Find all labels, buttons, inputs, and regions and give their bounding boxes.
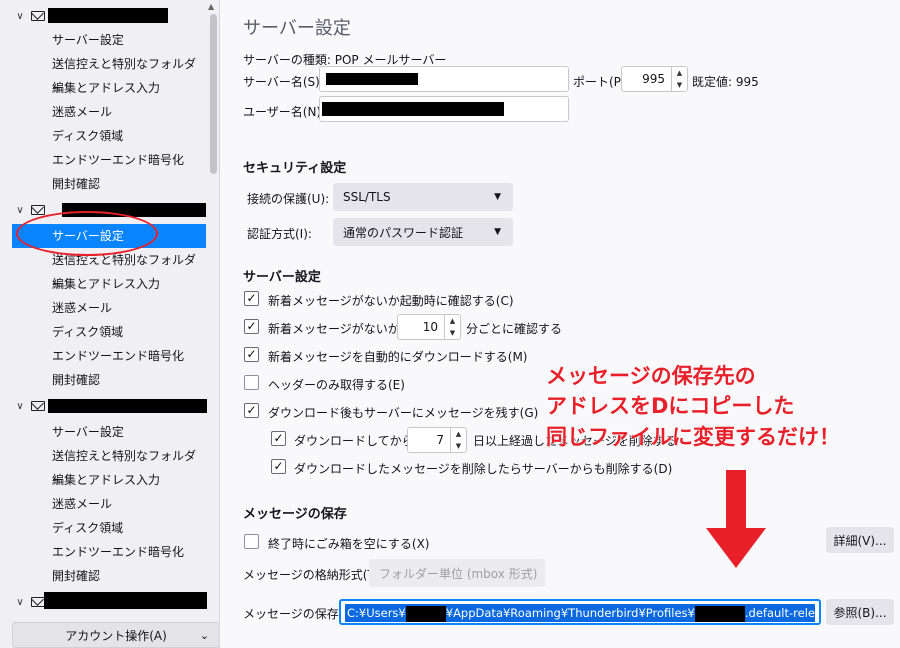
leave-on-server-checkbox[interactable]: ✓ — [244, 403, 259, 418]
spin-arrows-icon[interactable]: ▲ ▼ — [671, 67, 687, 91]
store-type-select[interactable]: フォルダー単位 (mbox 形式) ⌄ — [369, 559, 545, 587]
username-label: ユーザー名(N): — [243, 105, 326, 119]
store-type-value: フォルダー単位 (mbox 形式) — [379, 566, 538, 581]
sidebar-item-e2e[interactable]: エンドツーエンド暗号化 — [12, 540, 206, 564]
store-type-label: メッセージの格納形式(T): — [243, 568, 384, 582]
spin-arrows-icon[interactable]: ▲ ▼ — [450, 428, 466, 452]
username-input[interactable] — [319, 96, 569, 122]
connection-security-label: 接続の保護(U): — [247, 192, 330, 206]
leave-on-server-label: ダウンロード後もサーバーにメッセージを残す(G) — [268, 406, 539, 420]
sidebar-item-server-settings[interactable]: サーバー設定 — [12, 420, 206, 444]
chevron-down-icon: ▼ — [494, 227, 501, 237]
check-at-startup-label: 新着メッセージがないか起動時に確認する(C) — [268, 294, 514, 308]
sidebar-item-composition[interactable]: 編集とアドレス入力 — [12, 468, 206, 492]
redacted-user-folder — [405, 605, 446, 622]
chevron-down-icon[interactable]: ∨ — [14, 205, 26, 216]
auto-download-label: 新着メッセージを自動的にダウンロードする(M) — [268, 350, 528, 364]
settings-pane: サーバー設定 サーバーの種類: POP メールサーバー サーバー名(S): ポー… — [221, 0, 900, 648]
annotation-line-3: 同じファイルに変更するだけ！ — [546, 425, 840, 449]
redacted-account-name — [48, 399, 208, 413]
connection-security-value: SSL/TLS — [343, 190, 391, 204]
sidebar-item-junk[interactable]: 迷惑メール — [12, 492, 206, 516]
red-down-arrow-icon — [706, 470, 766, 568]
security-heading: セキュリティ設定 — [243, 161, 347, 176]
sidebar-item-copies-folders[interactable]: 送信控えと特別なフォルダー — [12, 52, 206, 95]
envelope-icon — [31, 597, 45, 607]
sidebar-item-composition[interactable]: 編集とアドレス入力 — [12, 76, 206, 100]
redacted-account-name — [48, 8, 168, 23]
check-interval-unit: 分ごとに確認する — [466, 322, 563, 336]
red-circle-annotation — [16, 211, 158, 256]
port-value: 995 — [642, 72, 665, 86]
chevron-down-icon: ▼ — [494, 192, 501, 202]
redacted-username — [322, 102, 504, 116]
sidebar-item-disk-space[interactable]: ディスク領域 — [12, 320, 206, 344]
headers-only-label: ヘッダーのみ取得する(E) — [268, 378, 405, 392]
chevron-down-icon: ⌄ — [199, 628, 209, 642]
page-title: サーバー設定 — [243, 18, 351, 39]
delete-after-days-checkbox[interactable]: ✓ — [271, 431, 286, 446]
redacted-profile-id — [694, 605, 745, 622]
server-settings-heading: サーバー設定 — [243, 270, 321, 285]
sidebar-item-disk-space[interactable]: ディスク領域 — [12, 124, 206, 148]
delete-from-server-label: ダウンロードしたメッセージを削除したらサーバーからも削除する(D) — [294, 462, 673, 476]
chevron-down-icon: ⌄ — [525, 568, 533, 578]
account-actions-button[interactable]: アカウント操作(A) ⌄ — [12, 622, 219, 648]
advanced-button[interactable]: 詳細(V)... — [826, 527, 894, 553]
sidebar-item-copies-folders[interactable]: 送信控えと特別なフォルダー — [12, 444, 206, 487]
delete-days-value: 7 — [436, 433, 444, 447]
redacted-account-name — [44, 592, 219, 609]
server-name-input[interactable] — [319, 66, 569, 92]
check-interval-spinner[interactable]: 10 ▲ ▼ — [397, 314, 461, 340]
browse-button[interactable]: 参照(B)... — [826, 599, 894, 625]
chevron-down-icon[interactable]: ∨ — [14, 597, 26, 608]
annotation-line-2: アドレスをDにコピーした — [546, 394, 795, 418]
annotation-line-1: メッセージの保存先の — [546, 364, 756, 388]
server-name-label: サーバー名(S): — [243, 75, 324, 89]
port-default-text: 既定値: 995 — [692, 75, 759, 89]
auth-method-label: 認証方式(I): — [247, 227, 312, 241]
sidebar-item-disk-space[interactable]: ディスク領域 — [12, 516, 206, 540]
redacted-server-name — [326, 73, 418, 85]
empty-trash-checkbox[interactable] — [244, 534, 259, 549]
envelope-icon — [31, 401, 45, 411]
check-interval-value: 10 — [422, 320, 438, 334]
auto-download-checkbox[interactable]: ✓ — [244, 347, 259, 362]
envelope-icon — [31, 205, 45, 215]
connection-security-select[interactable]: SSL/TLS ▼ — [333, 183, 513, 211]
sidebar-item-junk[interactable]: 迷惑メール — [12, 296, 206, 320]
scroll-up-arrow-icon[interactable]: ▲ — [208, 2, 214, 11]
sidebar-item-receipts[interactable]: 開封確認 — [12, 368, 206, 392]
sidebar-scroll-thumb[interactable] — [210, 14, 217, 174]
sidebar-item-receipts[interactable]: 開封確認 — [12, 564, 206, 588]
account-sidebar: ∨ サーバー設定 送信控えと特別なフォルダー 編集とアドレス入力 迷惑メール デ… — [0, 0, 220, 648]
check-every-label: 新着メッセージがないか(Y) — [268, 322, 417, 336]
port-spinner[interactable]: 995 ▲ ▼ — [621, 66, 688, 92]
check-every-checkbox[interactable]: ✓ — [244, 319, 259, 334]
sidebar-item-e2e[interactable]: エンドツーエンド暗号化 — [12, 148, 206, 172]
sidebar-item-receipts[interactable]: 開封確認 — [12, 172, 206, 196]
delete-days-spinner[interactable]: 7 ▲ ▼ — [407, 427, 467, 453]
local-directory-input[interactable]: C:¥Users¥ ¥AppData¥Roaming¥Thunderbird¥Pr… — [339, 599, 821, 625]
headers-only-checkbox[interactable] — [244, 375, 259, 390]
sidebar-item-server-settings[interactable]: サーバー設定 — [12, 28, 206, 52]
account-actions-label: アカウント操作(A) — [65, 628, 167, 643]
delete-from-server-checkbox[interactable]: ✓ — [271, 459, 286, 474]
auth-method-select[interactable]: 通常のパスワード認証 ▼ — [333, 218, 513, 246]
sidebar-item-e2e[interactable]: エンドツーエンド暗号化 — [12, 344, 206, 368]
envelope-icon — [31, 11, 45, 21]
sidebar-item-junk[interactable]: 迷惑メール — [12, 100, 206, 124]
auth-method-value: 通常のパスワード認証 — [343, 225, 464, 240]
empty-trash-label: 終了時にごみ箱を空にする(X) — [268, 537, 430, 551]
chevron-down-icon[interactable]: ∨ — [14, 401, 26, 412]
local-directory-selected-text: C:¥Users¥ ¥AppData¥Roaming¥Thunderbird¥Pr… — [345, 604, 815, 622]
message-storage-heading: メッセージの保存 — [243, 507, 347, 522]
check-at-startup-checkbox[interactable]: ✓ — [244, 291, 259, 306]
spin-arrows-icon[interactable]: ▲ ▼ — [444, 315, 460, 339]
chevron-down-icon[interactable]: ∨ — [14, 11, 26, 22]
sidebar-item-composition[interactable]: 編集とアドレス入力 — [12, 272, 206, 296]
